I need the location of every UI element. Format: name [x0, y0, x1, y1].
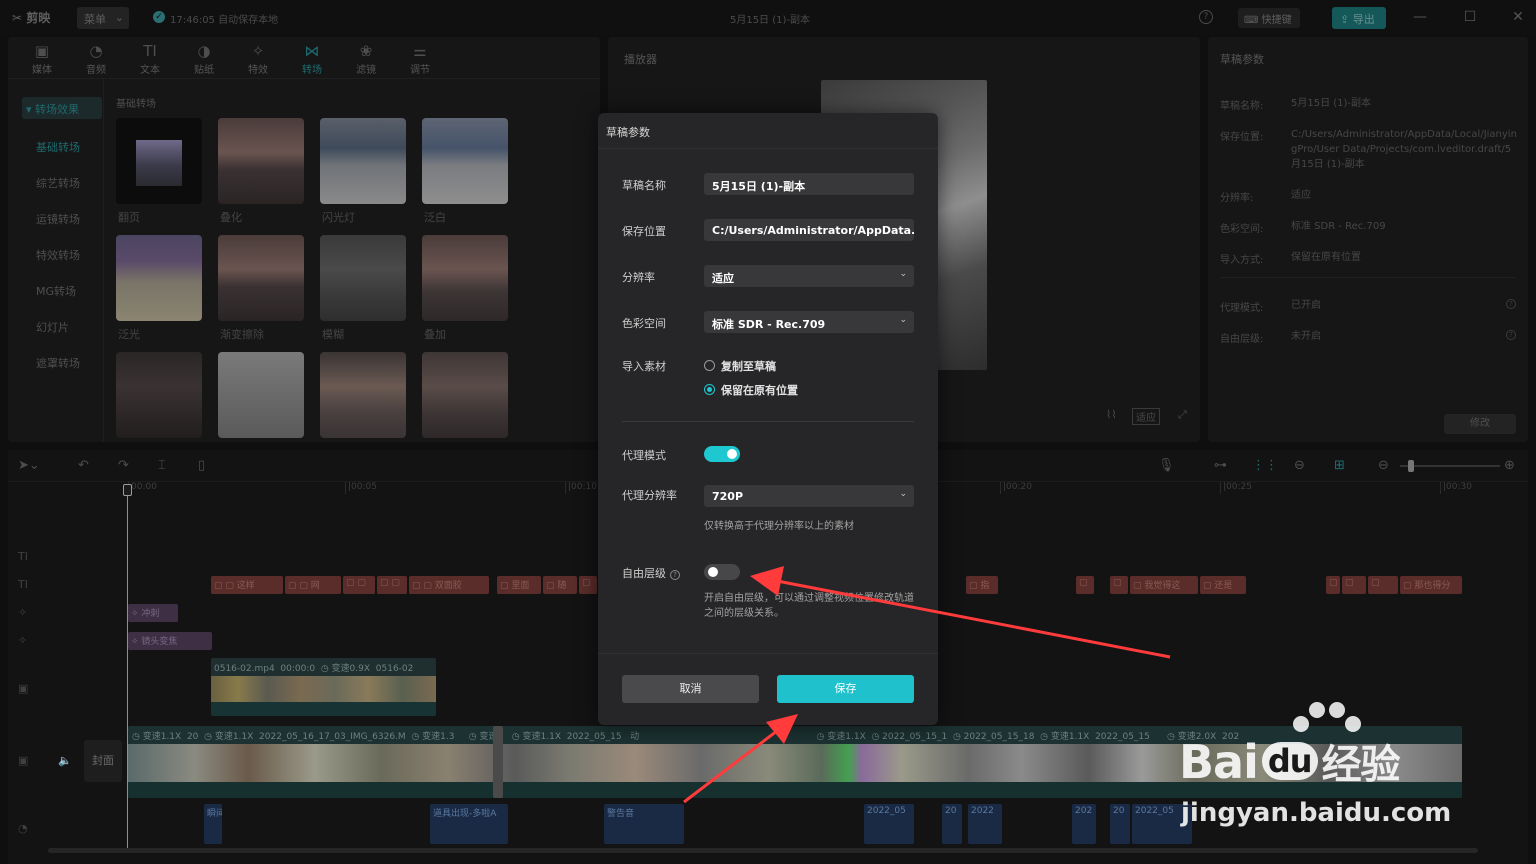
baidu-watermark: Bai du 经验 jingyan.baidu.com [1175, 700, 1475, 840]
arrow-head [766, 714, 798, 744]
arrow-line [771, 578, 1171, 659]
arrow-head [750, 566, 784, 596]
watermark-url: jingyan.baidu.com [1181, 798, 1452, 828]
watermark-brand: Bai du 经验 [1179, 735, 1401, 789]
arrow-line [683, 722, 787, 804]
